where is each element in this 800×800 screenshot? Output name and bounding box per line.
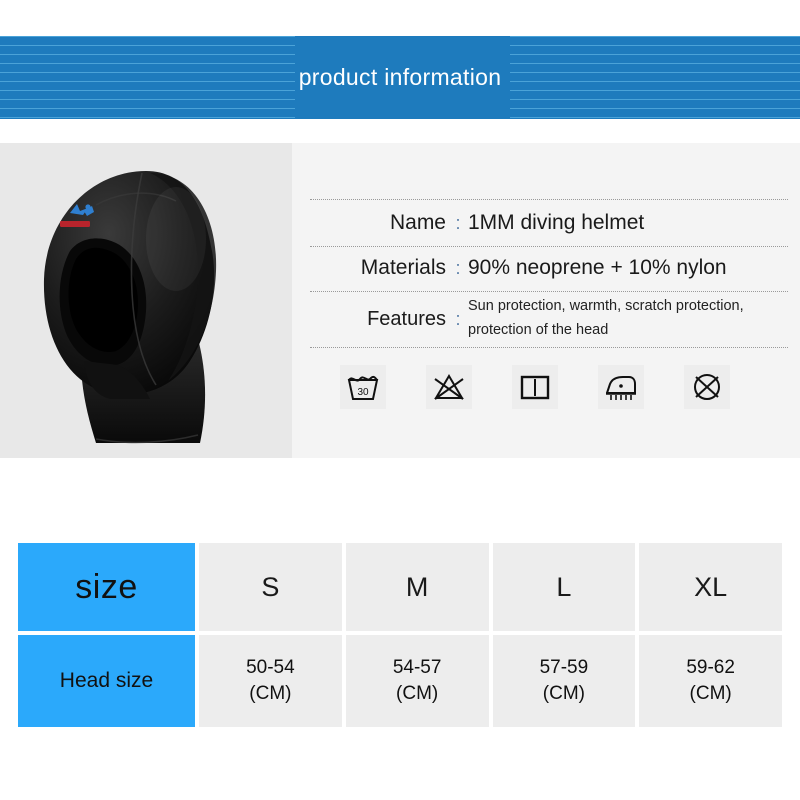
measure-range: 54-57 <box>392 657 442 679</box>
spec-value-materials: 90% neoprene + 10% nylon <box>468 256 727 279</box>
size-header-cell-s: S <box>199 543 342 631</box>
wash-temperature-label: 30 <box>357 387 369 398</box>
measure-cell-s: 50-54 (CM) <box>199 635 342 727</box>
care-symbol-tile <box>426 365 472 409</box>
features-line-1: Sun protection, warmth, scratch protecti… <box>468 298 744 315</box>
do-not-dry-clean-icon <box>694 374 720 400</box>
size-table-corner-cell: size <box>18 543 195 631</box>
size-header-cell-l: L <box>492 543 636 631</box>
spec-row-materials: Materials : 90% neoprene + 10% nylon <box>310 245 788 292</box>
measure-value: 59-62 (CM) <box>686 655 735 706</box>
diving-hood-illustration <box>43 171 217 444</box>
spec-row-features: Features : Sun protection, warmth, scrat… <box>310 291 788 348</box>
spec-row-name: Name : 1MM diving helmet <box>310 199 788 247</box>
measure-unit: (CM) <box>396 683 439 704</box>
size-label: S <box>261 571 280 602</box>
measure-unit: (CM) <box>249 683 292 704</box>
care-symbol-tile <box>512 365 558 409</box>
measure-unit: (CM) <box>689 683 732 704</box>
spec-value-features: Sun protection, warmth, scratch protecti… <box>468 295 788 343</box>
size-label: XL <box>694 571 728 602</box>
measure-cell-xl: 59-62 (CM) <box>639 635 782 727</box>
spec-label-name: Name <box>389 211 446 234</box>
spec-colon: : <box>455 212 461 233</box>
measure-range: 59-62 <box>686 657 735 679</box>
measure-cell-l: 57-59 (CM) <box>492 635 636 727</box>
care-symbol-tile: 30 <box>340 365 386 409</box>
product-photo-cell <box>0 143 292 458</box>
do-not-bleach-icon <box>434 374 464 400</box>
product-info-panel: Name : 1MM diving helmet Materials : 90%… <box>0 143 800 458</box>
row-label-cell: Head size <box>18 635 195 727</box>
care-symbol-tile <box>684 365 730 409</box>
measure-cell-m: 54-57 (CM) <box>345 635 489 727</box>
care-symbols-row: 30 <box>340 365 770 409</box>
wash-30-icon: 30 <box>347 375 379 400</box>
measure-unit: (CM) <box>542 683 585 704</box>
iron-low-icon <box>606 376 636 400</box>
size-table-row-head-size: Head size 50-54 (CM) 54-57 (CM) 57-59 (C… <box>18 635 782 727</box>
measure-value: 57-59 (CM) <box>540 655 589 706</box>
size-header-cell-xl: XL <box>639 543 782 631</box>
spec-colon: : <box>455 257 461 278</box>
page-header-banner: product information <box>0 36 800 119</box>
size-label: L <box>556 571 572 602</box>
spec-value-name: 1MM diving helmet <box>468 211 645 234</box>
spec-list: Name : 1MM diving helmet Materials : 90%… <box>310 143 788 458</box>
features-line-2: protection of the head <box>468 322 609 338</box>
product-photo <box>0 143 292 458</box>
measure-range: 50-54 <box>246 657 295 679</box>
size-chart-table: size S M L XL Head size 50-54 (CM) 54-57 <box>18 543 782 727</box>
measure-value: 50-54 (CM) <box>246 655 295 706</box>
drip-dry-icon <box>520 375 550 400</box>
measure-value: 54-57 (CM) <box>393 655 442 706</box>
page-title: product information <box>298 64 502 90</box>
row-label: Head size <box>59 669 154 692</box>
care-symbol-tile <box>598 365 644 409</box>
size-label: M <box>405 571 429 602</box>
spec-label-features: Features <box>367 307 446 330</box>
spec-colon: : <box>455 308 461 329</box>
measure-range: 57-59 <box>539 657 589 679</box>
size-corner-label: size <box>75 567 138 606</box>
size-table-header-row: size S M L XL <box>18 543 782 631</box>
size-header-cell-m: M <box>345 543 489 631</box>
spec-label-materials: Materials <box>360 256 446 279</box>
